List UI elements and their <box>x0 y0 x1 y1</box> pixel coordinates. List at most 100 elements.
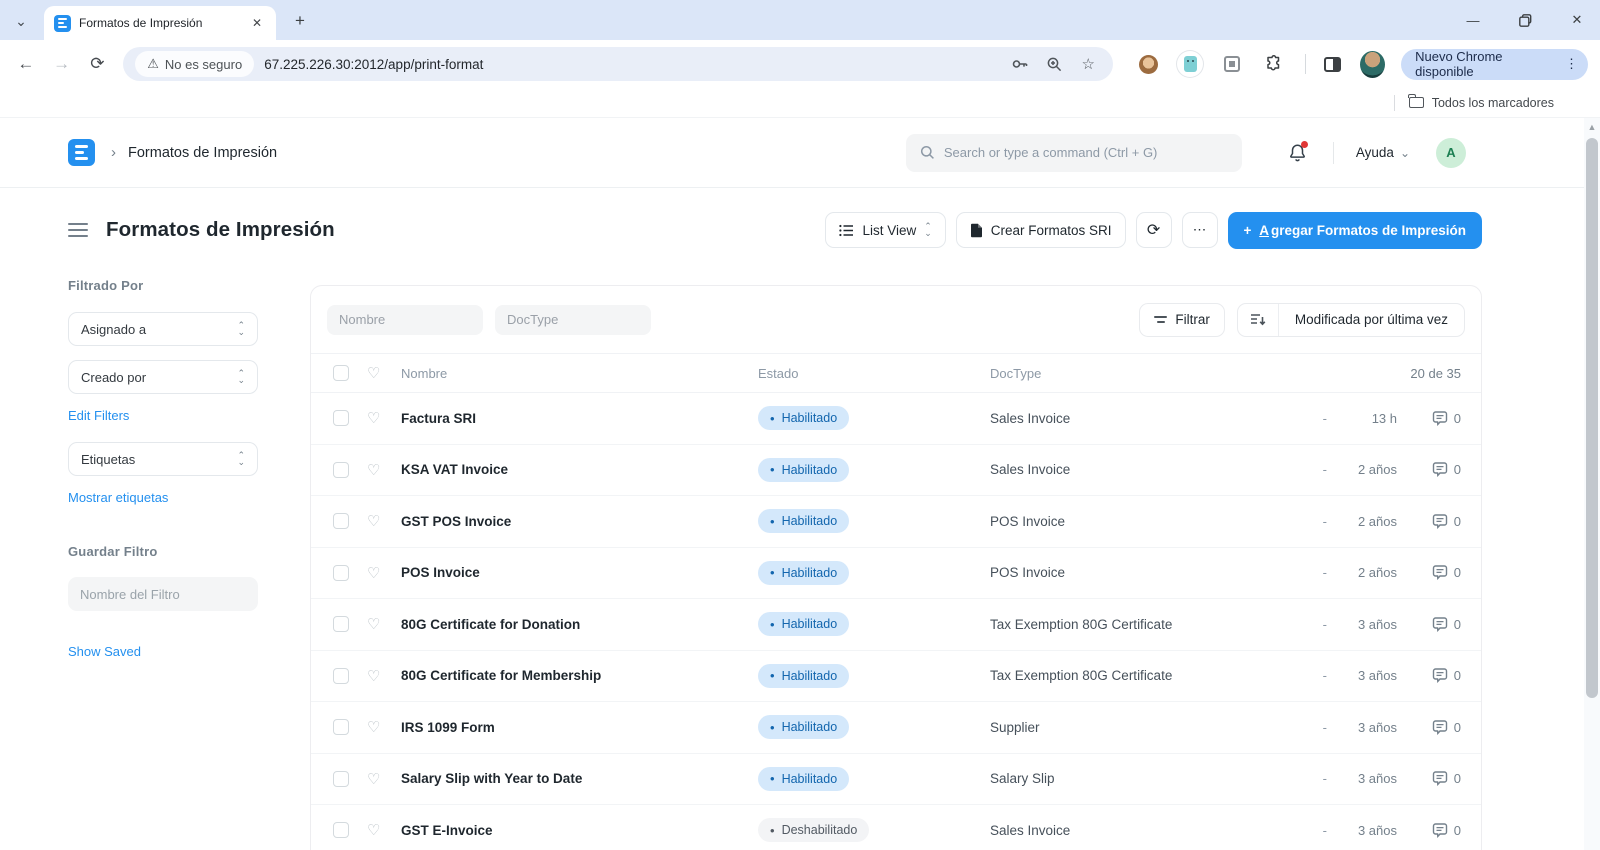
heart-icon[interactable]: ♡ <box>367 718 401 736</box>
table-row[interactable]: ♡ 80G Certificate for Donation • Habilita… <box>311 599 1481 651</box>
reload-button[interactable]: ⟳ <box>83 49 111 79</box>
tab-search-button[interactable]: ⌄ <box>8 8 34 34</box>
side-panel-icon[interactable] <box>1320 51 1344 77</box>
row-name-link[interactable]: 80G Certificate for Donation <box>401 617 758 632</box>
created-by-select[interactable]: Creado por ⌃ ⌄ <box>68 360 258 394</box>
filter-button[interactable]: Filtrar <box>1139 302 1225 337</box>
breadcrumb[interactable]: Formatos de Impresión <box>128 145 277 161</box>
edit-filters-link[interactable]: Edit Filters <box>68 408 129 423</box>
row-name-link[interactable]: IRS 1099 Form <box>401 720 758 735</box>
create-sri-button[interactable]: Crear Formatos SRI <box>955 212 1126 248</box>
page-scrollbar[interactable]: ▲ <box>1584 118 1600 850</box>
filter-name-input[interactable] <box>68 577 258 611</box>
window-controls: — ✕ <box>1460 0 1590 40</box>
table-row[interactable]: ♡ GST POS Invoice • Habilitado POS Invoic… <box>311 496 1481 548</box>
bookmark-star-icon[interactable]: ☆ <box>1075 51 1101 77</box>
all-bookmarks-button[interactable]: Todos los marcadores <box>1432 96 1554 110</box>
show-saved-link[interactable]: Show Saved <box>68 644 141 659</box>
row-checkbox[interactable] <box>333 822 349 839</box>
browser-tab[interactable]: Formatos de Impresión ✕ <box>44 6 276 40</box>
heart-icon[interactable]: ♡ <box>367 821 401 839</box>
table-row[interactable]: ♡ Factura SRI • Habilitado Sales Invoice … <box>311 393 1481 445</box>
back-button[interactable]: ← <box>12 49 40 79</box>
password-key-icon[interactable] <box>1007 51 1033 77</box>
table-row[interactable]: ♡ POS Invoice • Habilitado POS Invoice - … <box>311 548 1481 599</box>
row-checkbox[interactable] <box>333 564 349 581</box>
close-window-button[interactable]: ✕ <box>1564 7 1590 33</box>
monkey-extension-icon[interactable] <box>1135 51 1161 77</box>
heart-icon[interactable]: ♡ <box>367 364 401 382</box>
row-checkbox[interactable] <box>333 667 349 684</box>
heart-icon[interactable]: ♡ <box>367 770 401 788</box>
select-all-checkbox[interactable] <box>333 365 349 381</box>
sort-control[interactable]: Modificada por última vez <box>1236 302 1465 337</box>
more-actions-button[interactable]: ⋯ <box>1181 212 1218 248</box>
help-menu[interactable]: Ayuda ⌄ <box>1356 145 1410 160</box>
heart-icon[interactable]: ♡ <box>367 512 401 530</box>
row-doctype: Tax Exemption 80G Certificate <box>990 616 1173 632</box>
scroll-up-icon[interactable]: ▲ <box>1584 122 1600 132</box>
tab-close-icon[interactable]: ✕ <box>248 14 266 32</box>
table-row[interactable]: ♡ KSA VAT Invoice • Habilitado Sales Invo… <box>311 445 1481 496</box>
list-view-selector[interactable]: List View ⌃ ⌄ <box>825 212 946 248</box>
browser-menu-icon[interactable]: ⋮ <box>1561 56 1582 72</box>
row-checkbox[interactable] <box>333 461 349 478</box>
user-avatar[interactable]: A <box>1436 137 1466 168</box>
zoom-icon[interactable] <box>1041 51 1067 77</box>
app-navbar: › Formatos de Impresión Search or type a… <box>0 118 1584 188</box>
tags-label: Etiquetas <box>81 451 136 467</box>
scrollbar-thumb[interactable] <box>1586 138 1598 698</box>
row-name-link[interactable]: GST POS Invoice <box>401 514 758 529</box>
show-tags-link[interactable]: Mostrar etiquetas <box>68 490 168 505</box>
heart-icon[interactable]: ♡ <box>367 409 401 427</box>
doctype-filter-input[interactable] <box>495 304 651 335</box>
table-row[interactable]: ♡ Salary Slip with Year to Date • Habilit… <box>311 754 1481 805</box>
heart-icon[interactable]: ♡ <box>367 667 401 685</box>
security-chip[interactable]: ⚠ No es seguro <box>135 51 255 77</box>
url-text[interactable]: 67.225.226.30:2012/app/print-format <box>264 57 999 72</box>
list-count[interactable]: 20 de 35 <box>1287 366 1461 381</box>
row-name-link[interactable]: GST E-Invoice <box>401 823 758 838</box>
row-name-link[interactable]: POS Invoice <box>401 565 758 580</box>
table-row[interactable]: ♡ IRS 1099 Form • Habilitado Supplier - 3… <box>311 702 1481 754</box>
row-checkbox[interactable] <box>333 770 349 787</box>
sidebar-toggle-icon[interactable] <box>68 223 88 237</box>
row-name-link[interactable]: Salary Slip with Year to Date <box>401 771 758 786</box>
row-assign: - <box>1322 822 1327 838</box>
bot-extension-icon[interactable] <box>1177 51 1204 77</box>
global-search-input[interactable]: Search or type a command (Ctrl + G) <box>905 133 1242 172</box>
created-by-label: Creado por <box>81 369 147 385</box>
restore-button[interactable] <box>1512 7 1538 33</box>
row-name-link[interactable]: Factura SRI <box>401 411 758 426</box>
heart-icon[interactable]: ♡ <box>367 461 401 479</box>
ellipsis-icon: ⋯ <box>1192 222 1207 237</box>
row-checkbox[interactable] <box>333 513 349 530</box>
browser-profile-avatar[interactable] <box>1360 50 1386 78</box>
minimize-button[interactable]: — <box>1460 7 1486 33</box>
table-row[interactable]: ♡ GST E-Invoice • Deshabilitado Sales Inv… <box>311 805 1481 850</box>
sort-icon[interactable] <box>1238 313 1278 327</box>
notifications-button[interactable] <box>1288 140 1308 163</box>
heart-icon[interactable]: ♡ <box>367 615 401 633</box>
table-row[interactable]: ♡ 80G Certificate for Membership • Habili… <box>311 651 1481 702</box>
new-tab-button[interactable]: + <box>288 9 312 33</box>
row-checkbox[interactable] <box>333 719 349 736</box>
tags-select[interactable]: Etiquetas ⌃ ⌄ <box>68 442 258 476</box>
extensions-puzzle-icon[interactable] <box>1261 51 1287 77</box>
chrome-update-button[interactable]: Nuevo Chrome disponible ⋮ <box>1401 48 1589 80</box>
address-bar[interactable]: ⚠ No es seguro 67.225.226.30:2012/app/pr… <box>123 47 1114 81</box>
row-name-link[interactable]: KSA VAT Invoice <box>401 462 758 477</box>
screenshot-extension-icon[interactable] <box>1219 51 1245 77</box>
row-checkbox[interactable] <box>333 410 349 427</box>
heart-icon[interactable]: ♡ <box>367 564 401 582</box>
refresh-button[interactable]: ⟳ <box>1135 212 1172 248</box>
row-checkbox[interactable] <box>333 616 349 633</box>
assigned-to-select[interactable]: Asignado a ⌃ ⌄ <box>68 312 258 346</box>
sort-field-label[interactable]: Modificada por última vez <box>1277 303 1464 336</box>
row-name-link[interactable]: 80G Certificate for Membership <box>401 668 758 683</box>
name-filter-input[interactable] <box>327 304 483 335</box>
forward-button[interactable]: → <box>48 49 76 79</box>
erpnext-logo-icon[interactable] <box>68 139 95 166</box>
status-badge: • Habilitado <box>758 509 850 534</box>
add-print-format-button[interactable]: + Agregar Formatos de Impresión <box>1227 211 1482 249</box>
